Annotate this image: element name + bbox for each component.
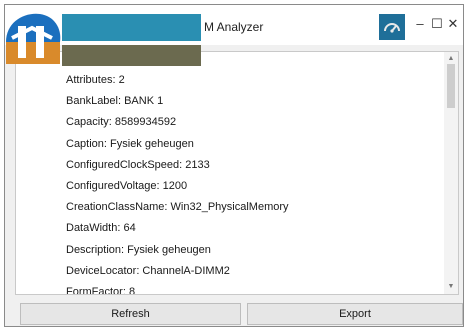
property-row[interactable]: DeviceLocator: ChannelA-DIMM2 [66, 265, 230, 277]
property-row[interactable]: FormFactor: 8 [66, 286, 135, 294]
export-button[interactable]: Export [247, 303, 463, 325]
properties-list[interactable]: Attributes: 2 BankLabel: BANK 1 Capacity: … [15, 51, 459, 295]
maximize-button[interactable]: ☐ [430, 17, 444, 31]
scroll-down-arrow-icon[interactable]: ▼ [444, 280, 458, 294]
property-row[interactable]: Attributes: 2 [66, 74, 125, 86]
app-logo-icon [6, 13, 61, 64]
property-row[interactable]: Description: Fysiek geheugen [66, 244, 211, 256]
close-button[interactable]: ✕ [446, 17, 460, 31]
refresh-button[interactable]: Refresh [20, 303, 241, 325]
banner-olive-strip [62, 45, 201, 66]
property-row[interactable]: ConfiguredClockSpeed: 2133 [66, 159, 210, 171]
scroll-thumb[interactable] [447, 64, 455, 108]
property-row[interactable]: Capacity: 8589934592 [66, 116, 176, 128]
minimize-button[interactable]: – [413, 17, 427, 31]
logo-banner [0, 0, 201, 66]
gauge-icon[interactable] [379, 14, 405, 40]
property-row[interactable]: CreationClassName: Win32_PhysicalMemory [66, 201, 289, 213]
property-row[interactable]: Caption: Fysiek geheugen [66, 138, 194, 150]
property-row[interactable]: ConfiguredVoltage: 1200 [66, 180, 187, 192]
banner-teal-strip [62, 14, 201, 41]
property-row[interactable]: BankLabel: BANK 1 [66, 95, 163, 107]
window-title: M Analyzer [204, 20, 264, 34]
property-row[interactable]: DataWidth: 64 [66, 222, 136, 234]
vertical-scrollbar[interactable]: ▲ ▼ [444, 52, 458, 294]
